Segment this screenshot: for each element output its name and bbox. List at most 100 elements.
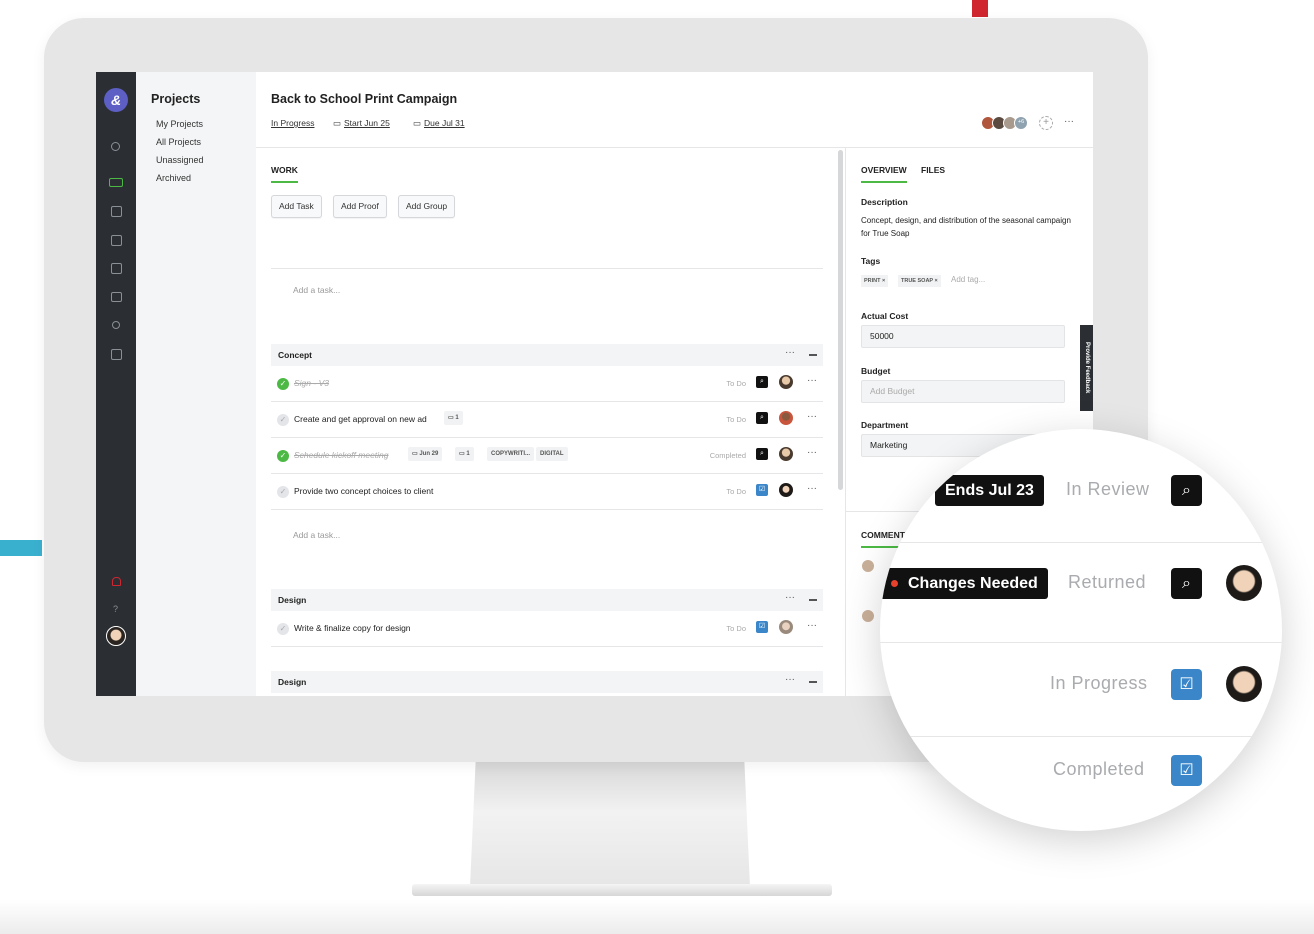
ends-date-pill: Ends Jul 23 (935, 475, 1044, 506)
check-icon[interactable]: ✓ (277, 486, 289, 498)
tab-work[interactable]: WORK (271, 165, 298, 183)
due-chip: ▭ Jun 29 (408, 447, 443, 461)
task-name[interactable]: Create and get approval on new ad (294, 414, 427, 424)
tag-chip[interactable]: PRINT × (861, 275, 889, 287)
assignee-avatar[interactable] (779, 375, 793, 389)
group-header-concept[interactable]: Concept ··· (271, 344, 823, 366)
tags-label: Tags (861, 256, 881, 266)
projects-heading: Projects (151, 92, 201, 106)
group-header-design[interactable]: Design ··· (271, 671, 823, 693)
icon-rail: & ? (96, 72, 136, 696)
add-task-input[interactable]: Add a task... (293, 530, 340, 540)
projects-link-my[interactable]: My Projects (156, 119, 203, 129)
collapse-icon[interactable] (809, 354, 817, 356)
add-proof-button[interactable]: Add Proof (333, 195, 387, 218)
row-status: Completed (1053, 759, 1145, 779)
actual-cost-input[interactable]: 50000 (861, 325, 1065, 348)
task-row[interactable]: ✓ Create and get approval on new ad ▭ 1 … (271, 402, 823, 438)
group-more-icon[interactable]: ··· (785, 347, 795, 358)
task-row[interactable]: ✓ Provide two concept choices to client … (271, 474, 823, 510)
add-task-input[interactable]: Add a task... (293, 285, 340, 295)
task-row[interactable]: ✓ Sign - V3 To Do ⌕ ··· (271, 366, 823, 402)
checkbox-icon[interactable] (111, 206, 122, 217)
add-task-button[interactable]: Add Task (271, 195, 322, 218)
inbox-icon[interactable] (111, 235, 122, 246)
check-icon[interactable]: ✓ (277, 378, 289, 390)
task-row[interactable]: ✓ Write & finalize copy for design To Do… (271, 611, 823, 647)
person-icon[interactable] (112, 321, 120, 329)
search-icon[interactable] (111, 142, 120, 151)
task-name[interactable]: Schedule kickoff meeting (294, 450, 389, 460)
task-more-icon[interactable]: ··· (807, 447, 817, 458)
check-icon[interactable]: ✓ (277, 414, 289, 426)
projects-link-all[interactable]: All Projects (156, 137, 201, 147)
add-member-icon[interactable]: + (1039, 116, 1053, 130)
task-status[interactable]: To Do (726, 415, 746, 424)
task-row[interactable]: ✓ Schedule kickoff meeting ▭ Jun 29 ▭ 1 … (271, 438, 823, 474)
bell-icon[interactable] (112, 577, 121, 586)
calendar-icon[interactable] (111, 292, 122, 302)
collapse-icon[interactable] (809, 681, 817, 683)
decor-teal-bar (0, 540, 42, 556)
more-members-badge[interactable]: +6 (1014, 116, 1028, 130)
scrollbar[interactable] (838, 150, 843, 490)
task-icon: ☑ (1171, 669, 1202, 700)
commenter-avatar (861, 609, 875, 623)
app-logo[interactable]: & (104, 88, 128, 112)
proof-icon: ⌕ (756, 448, 768, 460)
budget-input[interactable]: Add Budget (861, 380, 1065, 403)
task-status[interactable]: To Do (726, 379, 746, 388)
page-title: Back to School Print Campaign (271, 92, 458, 106)
group-more-icon[interactable]: ··· (785, 674, 795, 685)
task-status[interactable]: To Do (726, 487, 746, 496)
actual-cost-label: Actual Cost (861, 311, 909, 321)
description-text[interactable]: Concept, design, and distribution of the… (861, 214, 1071, 240)
tab-files[interactable]: FILES (921, 165, 945, 181)
add-group-button[interactable]: Add Group (398, 195, 456, 218)
start-date[interactable]: Start Jun 25 (344, 118, 390, 128)
task-status[interactable]: Completed (710, 451, 746, 460)
more-options-button[interactable]: ··· (1064, 116, 1074, 127)
layout-icon[interactable] (111, 349, 122, 360)
magnified-row: Changes Needed Returned ⌕ (880, 543, 1282, 643)
assignee-avatar[interactable] (779, 620, 793, 634)
project-status[interactable]: In Progress (271, 118, 314, 128)
collapse-icon[interactable] (809, 599, 817, 601)
group-more-icon[interactable]: ··· (785, 592, 795, 603)
folder-icon[interactable] (109, 178, 123, 187)
group-header-design[interactable]: Design ··· (271, 589, 823, 611)
task-more-icon[interactable]: ··· (807, 375, 817, 386)
add-tag-input[interactable]: Add tag... (951, 275, 985, 284)
magnifier-callout: Ends Jul 23 In Review ⌕ Changes Needed R… (880, 429, 1282, 831)
check-icon[interactable]: ✓ (277, 623, 289, 635)
due-chip-value: Jun 29 (419, 451, 439, 457)
proof-icon[interactable] (111, 263, 122, 274)
assignee-avatar[interactable] (779, 411, 793, 425)
assignee-avatar[interactable] (779, 447, 793, 461)
projects-panel: Projects My Projects All Projects Unassi… (136, 72, 256, 696)
comment-count: ▭ 1 (455, 447, 474, 461)
status-dot (891, 580, 898, 587)
projects-link-archived[interactable]: Archived (156, 173, 191, 183)
tag-chip[interactable]: TRUE SOAP × (898, 275, 941, 287)
due-date[interactable]: Due Jul 31 (424, 118, 465, 128)
task-name[interactable]: Provide two concept choices to client (294, 486, 433, 496)
provide-feedback-button[interactable]: Provide Feedback (1080, 325, 1093, 411)
proof-icon: ⌕ (756, 376, 768, 388)
group-name: Design (278, 595, 307, 605)
task-status[interactable]: To Do (726, 624, 746, 633)
task-more-icon[interactable]: ··· (807, 483, 817, 494)
changes-needed-label: Changes Needed (908, 575, 1038, 592)
check-icon[interactable]: ✓ (277, 450, 289, 462)
user-avatar[interactable] (106, 626, 126, 646)
comment-count: ▭ 1 (444, 411, 463, 425)
tab-overview[interactable]: OVERVIEW (861, 165, 907, 183)
decor-red-bar (972, 0, 988, 17)
projects-link-unassigned[interactable]: Unassigned (156, 155, 204, 165)
help-icon[interactable]: ? (113, 604, 118, 614)
task-more-icon[interactable]: ··· (807, 620, 817, 631)
task-more-icon[interactable]: ··· (807, 411, 817, 422)
assignee-avatar[interactable] (779, 483, 793, 497)
task-name[interactable]: Sign - V3 (294, 378, 329, 388)
task-name[interactable]: Write & finalize copy for design (294, 623, 411, 633)
